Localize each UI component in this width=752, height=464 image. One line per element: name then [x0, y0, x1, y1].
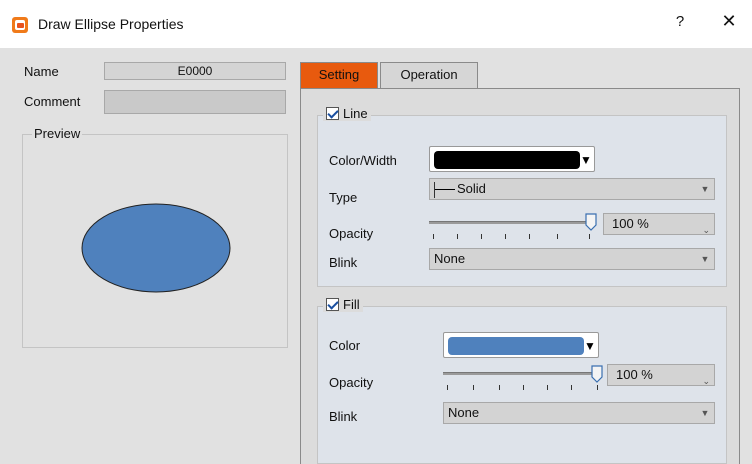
line-blink-select[interactable]: None ▼	[429, 248, 715, 270]
fill-opacity-input[interactable]: 100 % ⌄	[607, 364, 715, 386]
line-checkbox[interactable]	[326, 107, 339, 120]
slider-tick	[597, 385, 598, 390]
title-bar: Draw Ellipse Properties ? ✕	[0, 0, 752, 48]
line-type-label: Type	[329, 190, 358, 205]
comment-label: Comment	[24, 94, 81, 109]
line-color-picker[interactable]: ▼	[429, 146, 595, 172]
slider-tick	[523, 385, 524, 390]
chevron-down-icon: ▼	[580, 153, 592, 167]
fill-opacity-value: 100 %	[616, 367, 653, 382]
line-opacity-track[interactable]	[429, 221, 591, 224]
slider-tick	[529, 234, 530, 239]
preview-canvas	[81, 203, 231, 293]
close-button[interactable]: ✕	[718, 11, 740, 35]
slider-tick	[433, 234, 434, 239]
fill-blink-value: None	[448, 405, 480, 420]
fill-color-swatch	[448, 337, 584, 355]
comment-field[interactable]	[104, 90, 286, 114]
preview-ellipse	[81, 203, 231, 293]
help-button[interactable]: ?	[670, 13, 690, 35]
fill-blink-select[interactable]: None ▼	[443, 402, 715, 424]
setting-panel: Line Color/Width ▼ Type Solid ▼ Opacity …	[300, 88, 740, 464]
line-type-value: Solid	[457, 181, 486, 196]
line-blink-label: Blink	[329, 255, 358, 270]
slider-tick	[473, 385, 474, 390]
slider-tick	[589, 234, 590, 239]
slider-tick	[505, 234, 506, 239]
fill-opacity-track[interactable]	[443, 372, 597, 375]
tab-operation[interactable]: Operation	[380, 62, 478, 88]
line-type-select[interactable]: Solid ▼	[429, 178, 715, 200]
slider-tick	[457, 234, 458, 239]
fill-blink-label: Blink	[329, 409, 358, 424]
chevron-down-icon[interactable]: ⌄	[702, 220, 710, 240]
slider-tick	[571, 385, 572, 390]
line-group-title: Line	[323, 106, 371, 121]
slider-tick	[481, 234, 482, 239]
window-title: Draw Ellipse Properties	[38, 16, 184, 32]
name-field: E0000	[104, 62, 286, 80]
line-opacity-value: 100 %	[612, 216, 649, 231]
solid-line-icon	[435, 189, 455, 191]
dialog-body: Name E0000 Comment Preview Setting Opera…	[0, 48, 752, 464]
line-opacity-label: Opacity	[329, 226, 374, 241]
fill-opacity-label: Opacity	[329, 375, 374, 390]
chevron-down-icon[interactable]: ⌄	[702, 371, 710, 391]
tab-setting[interactable]: Setting	[300, 62, 378, 89]
fill-group-title: Fill	[323, 297, 363, 312]
line-title: Line	[343, 106, 368, 121]
name-label: Name	[24, 64, 59, 79]
chevron-down-icon: ▼	[700, 184, 710, 194]
line-opacity-thumb[interactable]	[585, 213, 597, 231]
fill-color-label: Color	[329, 338, 361, 353]
fill-checkbox[interactable]	[326, 298, 339, 311]
fill-color-picker[interactable]: ▼	[443, 332, 599, 358]
chevron-down-icon: ▼	[700, 408, 710, 418]
chevron-down-icon: ▼	[700, 254, 710, 264]
slider-tick	[557, 234, 558, 239]
slider-tick	[447, 385, 448, 390]
slider-tick	[499, 385, 500, 390]
line-color-swatch	[434, 151, 580, 169]
app-icon	[12, 17, 28, 33]
fill-opacity-thumb[interactable]	[591, 365, 603, 383]
line-blink-value: None	[434, 251, 466, 266]
slider-tick	[547, 385, 548, 390]
line-opacity-input[interactable]: 100 % ⌄	[603, 213, 715, 235]
fill-title: Fill	[343, 297, 360, 312]
line-color-width-label: Color/Width	[329, 153, 397, 168]
chevron-down-icon: ▼	[584, 339, 596, 353]
